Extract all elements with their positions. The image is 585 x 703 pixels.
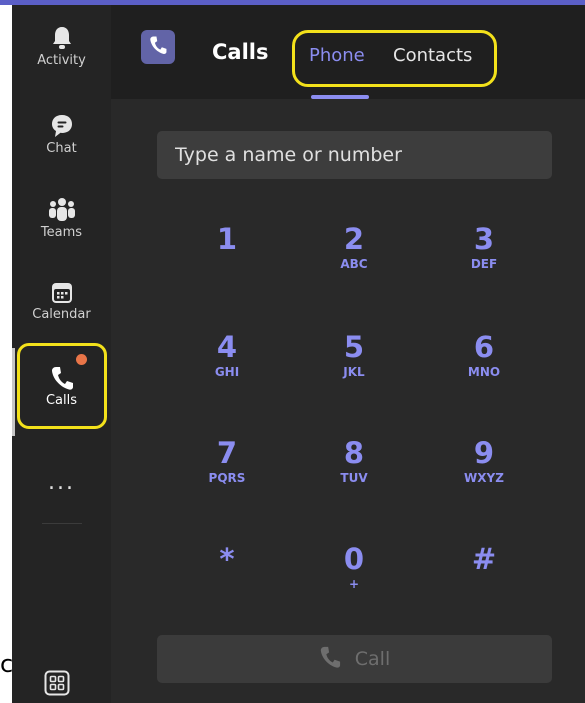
key-digit: 2 — [343, 222, 365, 256]
key-digit: 0 — [343, 542, 365, 576]
phone-icon — [148, 35, 168, 59]
rail-item-chat[interactable]: Chat — [12, 113, 111, 183]
key-digit: * — [219, 542, 235, 576]
rail-item-label: Chat — [46, 141, 77, 156]
calls-highlight-annotation — [17, 343, 107, 429]
stray-text: c — [0, 650, 14, 678]
more-apps-button[interactable]: ... — [12, 470, 111, 495]
key-digit: 9 — [473, 436, 495, 470]
calendar-icon — [50, 281, 74, 305]
key-letters: + — [348, 577, 360, 591]
key-letters: PQRS — [208, 471, 246, 485]
rail-item-activity[interactable]: Activity — [12, 25, 111, 95]
dial-key-9[interactable]: 9 WXYZ — [439, 436, 529, 516]
key-digit: 1 — [216, 222, 238, 256]
key-letters: GHI — [214, 365, 240, 379]
calls-app-tile — [141, 30, 175, 64]
rail-item-label: Activity — [37, 53, 86, 68]
search-input[interactable] — [157, 131, 552, 179]
dial-key-3[interactable]: 3 DEF — [439, 222, 529, 302]
dial-key-5[interactable]: 5 JKL — [309, 330, 399, 410]
rail-item-label: Teams — [40, 225, 83, 240]
rail-item-calendar[interactable]: Calendar — [12, 281, 111, 351]
key-digit: 7 — [216, 436, 238, 470]
key-letters: DEF — [470, 257, 498, 271]
key-letters: ABC — [340, 257, 368, 271]
key-digit: 5 — [343, 330, 365, 364]
dial-key-0[interactable]: 0 + — [309, 542, 399, 622]
rail-item-label: Calendar — [32, 307, 91, 322]
dial-key-star[interactable]: * — [182, 542, 272, 622]
key-digit: 8 — [343, 436, 365, 470]
key-letters: WXYZ — [464, 471, 504, 485]
key-digit: 6 — [473, 330, 495, 364]
key-digit: 4 — [216, 330, 238, 364]
key-letters: TUV — [340, 471, 368, 485]
key-letters: JKL — [343, 365, 365, 379]
key-digit: 3 — [473, 222, 495, 256]
rail-divider — [42, 523, 82, 524]
dial-key-6[interactable]: 6 MNO — [439, 330, 529, 410]
key-letters: MNO — [467, 365, 501, 379]
dial-key-hash[interactable]: # — [439, 542, 529, 622]
key-digit: # — [471, 542, 497, 576]
dial-key-7[interactable]: 7 PQRS — [182, 436, 272, 516]
apps-grid-icon[interactable] — [44, 670, 70, 700]
tab-contacts[interactable]: Contacts — [393, 45, 472, 66]
bell-icon — [51, 25, 73, 51]
phone-icon — [319, 645, 355, 674]
call-button-label: Call — [354, 648, 391, 670]
rail-item-teams[interactable]: Teams — [12, 197, 111, 267]
chat-bubble-icon — [50, 113, 74, 139]
dial-key-4[interactable]: 4 GHI — [182, 330, 272, 410]
dial-key-2[interactable]: 2 ABC — [309, 222, 399, 302]
page-title: Calls — [212, 40, 269, 64]
teams-icon — [48, 197, 76, 223]
tab-phone[interactable]: Phone — [309, 45, 365, 66]
dial-key-1[interactable]: 1 — [182, 222, 272, 302]
dial-key-8[interactable]: 8 TUV — [309, 436, 399, 516]
call-button[interactable]: Call — [157, 635, 552, 683]
